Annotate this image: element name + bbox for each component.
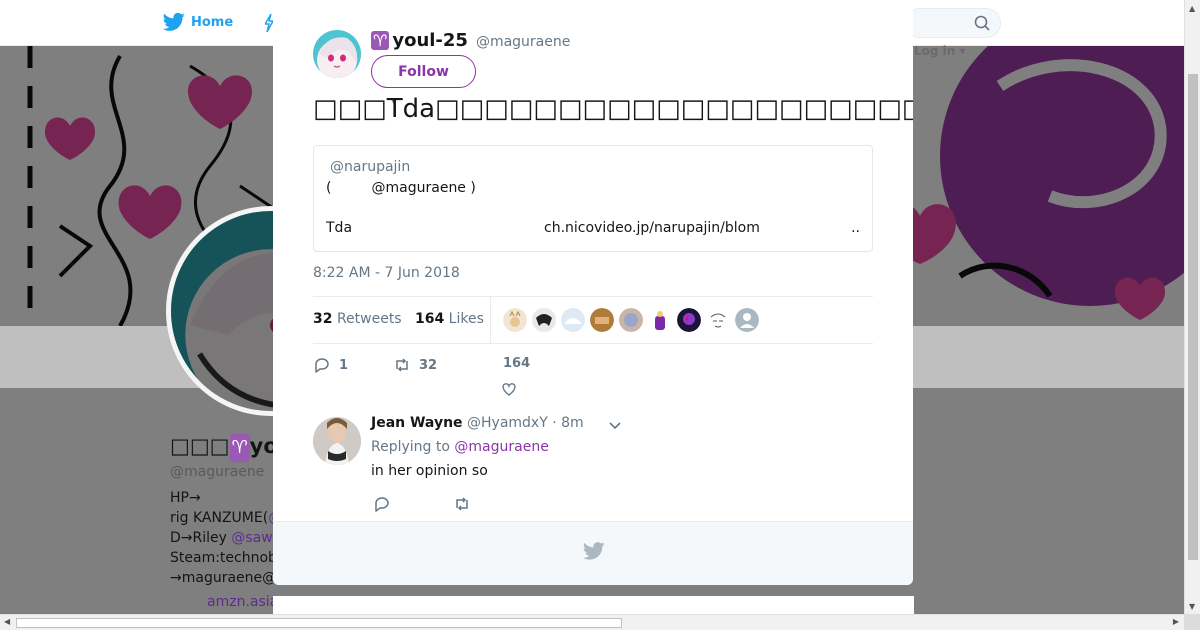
aries-symbol: ♈ xyxy=(371,31,390,50)
reply-tweet[interactable]: Jean Wayne @HyamdxY · 8m Replying to @ma… xyxy=(313,414,873,535)
bio-line: Steam:technob xyxy=(170,550,277,566)
replying-to: Replying to @maguraene xyxy=(371,439,549,455)
bio-line: →maguraene@gmail.com xyxy=(170,570,350,586)
twitter-bird-icon xyxy=(163,12,185,31)
bio-mention-link[interactable]: @saw xyxy=(231,530,272,546)
like-action-count: 164 xyxy=(503,356,531,371)
quoted-tweet-line: ( @maguraene ) xyxy=(326,180,476,196)
modal-footer xyxy=(273,521,913,585)
quoted-tweet[interactable]: @narupajin ( @maguraene ) Tda ch.nicovid… xyxy=(313,145,873,252)
profile-handle: @maguraene xyxy=(170,464,265,480)
tweet-author[interactable]: ♈ youl-25 @maguraene xyxy=(371,30,570,51)
search-icon xyxy=(974,15,990,31)
quoted-tweet-link: ch.nicovideo.jp/narupajin/blom xyxy=(544,220,760,236)
liker-avatar[interactable] xyxy=(648,308,672,332)
chevron-down-icon[interactable] xyxy=(608,418,622,432)
tweet-author-handle: @maguraene xyxy=(475,34,571,50)
tweet-stats: 32 Retweets 164 Likes xyxy=(313,296,873,344)
liker-avatar[interactable] xyxy=(532,308,556,332)
scroll-left-arrow-icon[interactable]: ◀ xyxy=(4,617,10,626)
reply-author-avatar[interactable] xyxy=(313,417,361,465)
twitter-bird-icon xyxy=(583,542,605,560)
home-label: Home xyxy=(191,14,234,30)
reply-text: in her opinion so xyxy=(371,463,488,479)
tweet-author-name: ♈ youl-25 xyxy=(371,30,468,51)
scrollbar-corner xyxy=(1184,614,1200,630)
liker-avatar[interactable] xyxy=(561,308,585,332)
scroll-down-arrow-icon[interactable]: ▼ xyxy=(1189,602,1195,611)
lightning-icon[interactable] xyxy=(265,14,273,32)
like-count-label: 164 xyxy=(503,356,530,371)
home-nav-link[interactable]: Home xyxy=(163,12,233,32)
tweet-counts[interactable]: 32 Retweets 164 Likes xyxy=(313,311,484,327)
timeline-behind-modal xyxy=(273,596,914,614)
retweet-action-count: 32 xyxy=(419,357,438,373)
tweet-permalink-modal: ♈ youl-25 @maguraene Follow ▾ □□□Tda□□□□□… xyxy=(273,0,913,585)
liker-avatar[interactable] xyxy=(503,308,527,332)
retweets-label: Retweets xyxy=(336,311,402,327)
scrollbar-thumb[interactable] xyxy=(1188,74,1198,560)
bio-line: HP→ xyxy=(170,490,201,506)
reply-author-name: Jean Wayne xyxy=(371,415,463,431)
reply-time[interactable]: · 8m xyxy=(552,415,583,431)
quoted-tweet-user: @narupajin xyxy=(330,159,411,175)
tweet-text: □□□Tda□□□□□□□□□□□□□□□□□□□□□□□□□□□□□□□□□□… xyxy=(313,94,913,124)
search-input[interactable] xyxy=(905,8,1001,38)
retweet-icon[interactable] xyxy=(453,495,471,513)
bio-line: D→Riley @saw xyxy=(170,530,273,546)
profile-bio: □□□♈you @maguraene HP→ rig KANZUME(@ D→R… xyxy=(170,432,350,610)
log-in-link[interactable]: Log in ▾ xyxy=(914,44,966,58)
scroll-up-arrow-icon[interactable]: ▲ xyxy=(1189,4,1195,13)
close-modal-button[interactable]: ✕ xyxy=(1153,10,1179,36)
like-button[interactable] xyxy=(500,380,518,402)
reply-icon xyxy=(315,358,329,373)
tweet-author-avatar[interactable] xyxy=(313,30,361,78)
scroll-right-arrow-icon[interactable]: ▶ xyxy=(1173,617,1179,626)
likes-label: Likes xyxy=(448,311,484,327)
reply-count: 1 xyxy=(339,357,349,373)
bio-line: rig KANZUME(@ xyxy=(170,508,290,528)
amazon-link[interactable]: amzn.asia xyxy=(207,592,278,612)
liker-avatar[interactable] xyxy=(677,308,701,332)
tweet-actions: 1 32 164 xyxy=(313,354,873,400)
follow-button[interactable]: Follow xyxy=(371,55,476,88)
liker-avatar[interactable] xyxy=(619,308,643,332)
replying-to-link[interactable]: @maguraene xyxy=(454,439,548,455)
retweet-count: 32 xyxy=(313,311,333,327)
quoted-tweet-ellipsis: .. xyxy=(851,220,860,236)
profile-name: □□□ ♈you xyxy=(170,432,293,462)
quoted-tweet-text: Tda xyxy=(326,220,353,236)
horizontal-scrollbar[interactable]: ◀ ▶ xyxy=(0,614,1200,630)
reply-icon[interactable] xyxy=(373,495,391,513)
aries-symbol: ♈ xyxy=(229,434,250,462)
vertical-scrollbar[interactable]: ▲ ▼ xyxy=(1184,0,1200,614)
like-count: 164 xyxy=(414,311,445,327)
reply-author-handle: @HyamdxY xyxy=(467,415,548,431)
tweet-timestamp[interactable]: 8:22 AM - 7 Jun 2018 xyxy=(313,265,460,281)
retweet-icon xyxy=(396,358,408,372)
liker-avatar[interactable] xyxy=(590,308,614,332)
liker-avatars xyxy=(503,308,759,332)
scrollbar-thumb[interactable] xyxy=(16,618,622,628)
reply-button[interactable]: 1 xyxy=(313,356,348,374)
profile-name-prefix: □□□ xyxy=(170,434,230,458)
stats-divider xyxy=(490,297,491,343)
reply-author[interactable]: Jean Wayne @HyamdxY · 8m xyxy=(371,415,584,431)
liker-avatar[interactable] xyxy=(735,308,759,332)
heart-icon xyxy=(502,383,516,396)
liker-avatar[interactable] xyxy=(706,308,730,332)
retweet-button[interactable]: 32 xyxy=(393,356,437,374)
